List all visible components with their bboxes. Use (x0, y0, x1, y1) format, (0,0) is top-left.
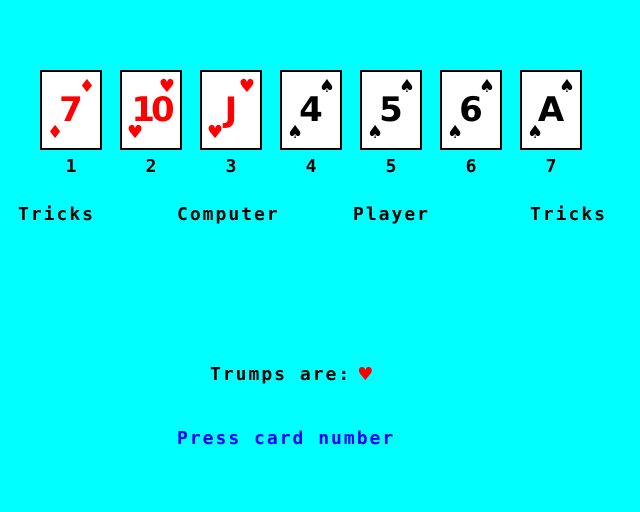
spade-icon: ♠ (367, 122, 384, 143)
heart-icon: ♥ (127, 122, 144, 143)
spade-icon: ♠ (287, 122, 304, 143)
heart-icon: ♥ (357, 364, 376, 385)
card-number-6: 6 (465, 156, 477, 177)
spade-icon: ♠ (527, 122, 544, 143)
trumps-label: Trumps are: (210, 364, 352, 385)
card-5[interactable]: ♠ 5 ♠ (360, 70, 422, 150)
prompt-text: Press card number (177, 428, 396, 449)
heart-icon: ♥ (207, 122, 224, 143)
card-4[interactable]: ♠ 4 ♠ (280, 70, 342, 150)
card-2[interactable]: ♥ 10 ♥ (120, 70, 182, 150)
card-number-4: 4 (305, 156, 317, 177)
card-6[interactable]: ♠ 6 ♠ (440, 70, 502, 150)
card-number-7: 7 (545, 156, 557, 177)
diamond-icon: ♦ (47, 122, 64, 143)
computer-label: Computer (177, 204, 280, 225)
tricks-left-label: Tricks (18, 204, 96, 225)
card-3[interactable]: ♥ J ♥ (200, 70, 262, 150)
spade-icon: ♠ (447, 122, 464, 143)
player-label: Player (353, 204, 431, 225)
card-number-3: 3 (225, 156, 237, 177)
card-7[interactable]: ♠ A ♠ (520, 70, 582, 150)
card-1[interactable]: ♦ 7 ♦ (40, 70, 102, 150)
card-number-1: 1 (65, 156, 77, 177)
card-number-5: 5 (385, 156, 397, 177)
trumps-indicator: Trumps are: ♥ (210, 363, 375, 387)
card-number-2: 2 (145, 156, 157, 177)
tricks-right-label: Tricks (530, 204, 608, 225)
